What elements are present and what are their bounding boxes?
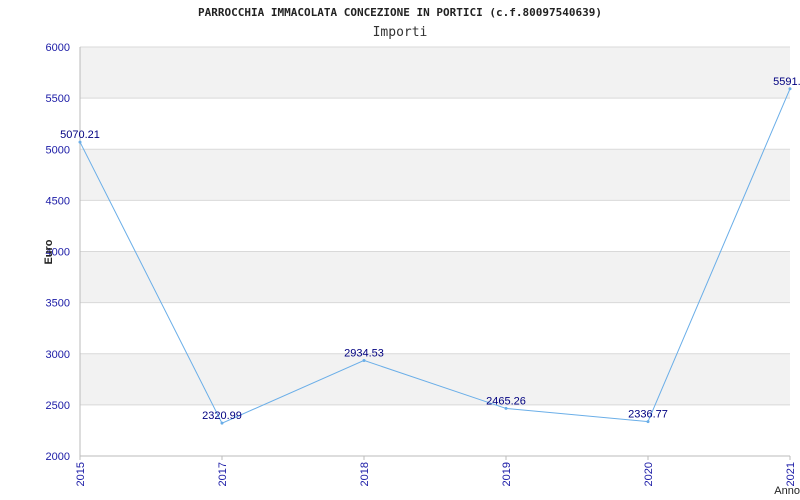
data-label: 5070.21 [60, 129, 100, 141]
plot-area: 2000250030003500400045005000550060002015… [43, 42, 800, 497]
grid-band [80, 353, 790, 405]
x-tick-label: 2017 [217, 462, 229, 486]
data-label: 2336.77 [628, 409, 668, 421]
y-tick-label: 3500 [46, 298, 70, 310]
chart: PARROCCHIA IMMACOLATA CONCEZIONE IN PORT… [0, 0, 800, 500]
x-tick-label: 2021 [785, 462, 797, 486]
x-tick-label: 2019 [501, 462, 513, 486]
grid-band [80, 47, 790, 99]
y-tick-label: 2000 [46, 451, 70, 463]
data-label: 2320.99 [202, 410, 242, 422]
y-tick-label: 5500 [46, 93, 70, 105]
y-axis-label: Euro [43, 239, 55, 264]
y-tick-label: 4500 [46, 195, 70, 207]
y-tick-label: 2500 [46, 400, 70, 412]
grid-band [80, 149, 790, 201]
data-label: 5591.4 [773, 76, 800, 88]
x-axis-label: Anno [774, 485, 800, 497]
y-tick-label: 5000 [46, 144, 70, 156]
x-tick-label: 2015 [75, 462, 87, 486]
y-tick-label: 6000 [46, 42, 70, 54]
data-label: 2934.53 [344, 347, 384, 359]
x-tick-label: 2018 [359, 462, 371, 486]
data-label: 2465.26 [486, 395, 526, 407]
y-tick-label: 3000 [46, 349, 70, 361]
grid-band [80, 251, 790, 303]
x-tick-label: 2020 [643, 462, 655, 486]
